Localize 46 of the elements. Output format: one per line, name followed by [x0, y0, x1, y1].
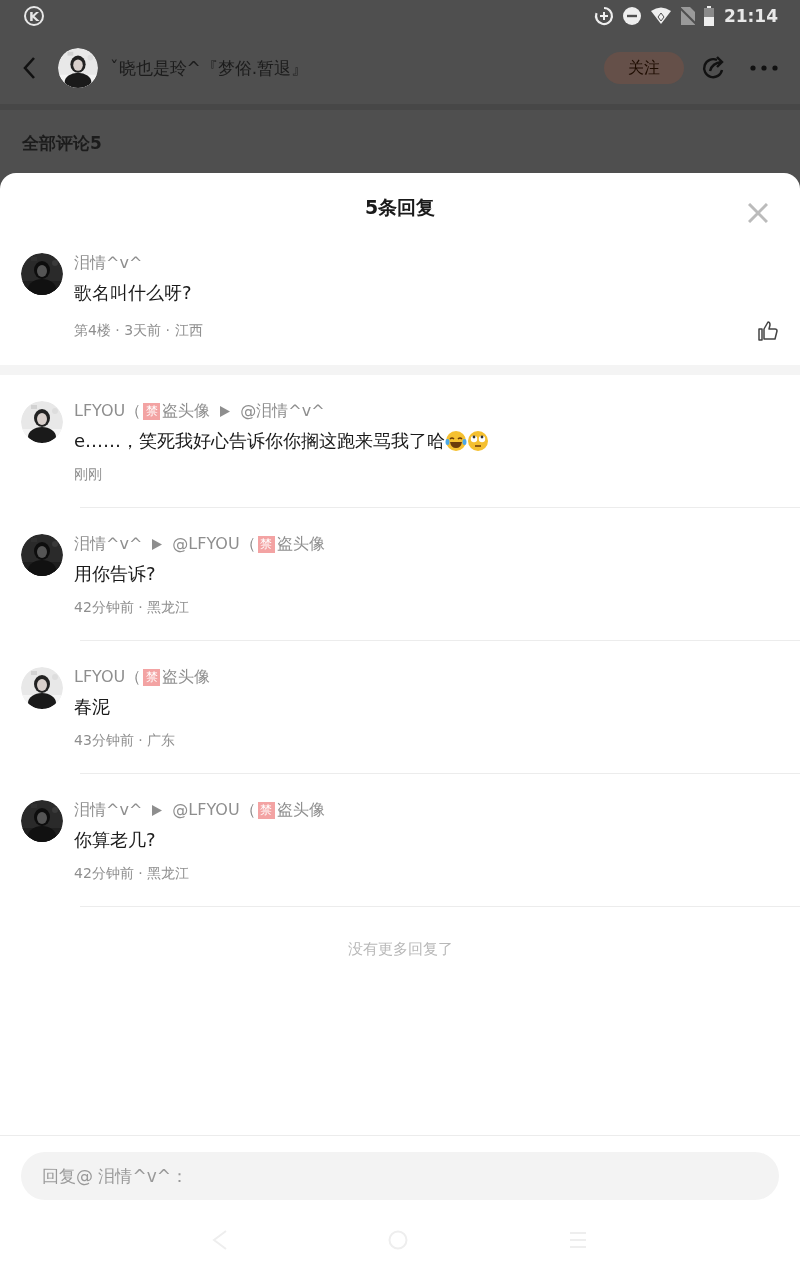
reply-target-name: @泪情^v^	[240, 400, 325, 422]
no-sim-icon	[679, 6, 696, 26]
ban-badge: 禁	[257, 801, 275, 819]
clock: 21:14	[723, 6, 778, 26]
ban-badge: 禁	[143, 668, 161, 686]
comment-meta: 刚刚	[74, 466, 103, 484]
comment-text: e……，笑死我好心告诉你你搁这跑来骂我了哈	[74, 429, 446, 453]
app-badge: K	[24, 6, 44, 26]
battery-icon	[703, 6, 714, 26]
author-name: LFYOU（	[74, 400, 142, 422]
more-icon[interactable]	[750, 65, 778, 71]
author-name: 泪情^v^	[74, 799, 143, 821]
follow-button[interactable]: 关注	[604, 52, 684, 84]
ban-badge: 禁	[143, 402, 161, 420]
reply-target-name: @LFYOU（	[172, 799, 256, 821]
laughing-emoji-icon	[445, 430, 468, 452]
comment-meta: 42分钟前 · 黑龙江	[74, 865, 191, 883]
like-icon[interactable]	[758, 321, 778, 341]
ban-badge: 禁	[257, 535, 275, 553]
author-name: 泪情^v^	[74, 252, 143, 274]
comment-text: 春泥	[74, 695, 110, 719]
reply-arrow-icon	[152, 804, 163, 816]
sheet-title: 5条回复	[364, 195, 436, 220]
close-icon[interactable]	[748, 203, 768, 223]
comment-meta: 第4楼 · 3天前 · 江西	[74, 322, 204, 340]
reply-input[interactable]: 回复@ 泪情^v^：	[21, 1152, 779, 1200]
back-icon[interactable]	[22, 56, 36, 80]
author-name: LFYOU（	[74, 666, 142, 688]
author-name: 泪情^v^	[74, 533, 143, 555]
comment-text: 用你告诉?	[74, 562, 156, 586]
comment-meta: 42分钟前 · 黑龙江	[74, 599, 191, 617]
reply-target-name: 盗头像	[276, 799, 325, 821]
reply-arrow-icon	[220, 405, 231, 417]
reply-arrow-icon	[152, 538, 163, 550]
reply-target-name: 盗头像	[276, 533, 325, 555]
comment-meta: 43分钟前 · 广东	[74, 732, 177, 750]
comment-text: 歌名叫什么呀?	[74, 281, 192, 305]
data-saver-icon	[593, 6, 614, 26]
wifi-icon	[649, 7, 672, 25]
comment-text: 你算老几?	[74, 828, 156, 852]
eye-roll-emoji-icon	[467, 430, 490, 452]
do-not-disturb-icon	[621, 6, 642, 26]
reply-target-name: @LFYOU（	[172, 533, 256, 555]
author-name: 盗头像	[162, 666, 211, 688]
author-name: 盗头像	[162, 400, 211, 422]
no-more-replies-text: 没有更多回复了	[347, 940, 453, 958]
